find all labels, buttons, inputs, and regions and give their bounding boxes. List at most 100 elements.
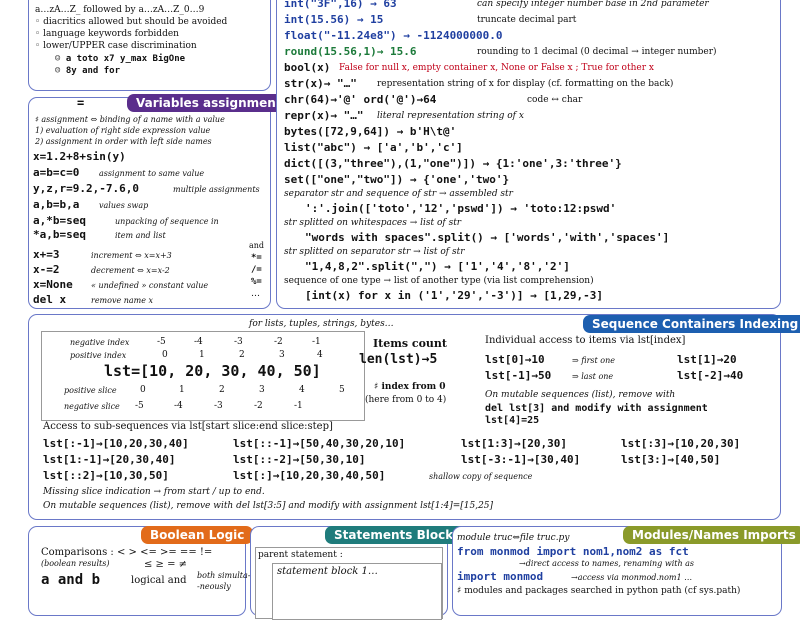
conversion-code: chr(64)→'@' ord('@')→64 <box>284 93 437 106</box>
identifiers-rule: ◦ diacritics allowed but should be avoid… <box>35 17 228 27</box>
assign-note: increment ⇔ x=x+3 <box>91 251 172 260</box>
assign-example: a,b=b,a <box>33 198 80 211</box>
slice-example: lst[3:]→[40,50] <box>621 453 721 466</box>
variables-intro: 1) evaluation of right side expression v… <box>35 126 211 135</box>
mutable-slice-note: On mutable sequences (list), remove with… <box>43 501 494 511</box>
neg-index: -4 <box>194 337 203 347</box>
side-op: … <box>251 289 260 299</box>
split-sep-code: "1,4,8,2".split(",") → ['1','4','8','2'] <box>305 260 570 273</box>
join-text: separator str and sequence of str → asse… <box>284 189 513 199</box>
assign-example: x+=3 <box>33 248 60 261</box>
identifiers-bad-example: ☹ 8y and for <box>55 66 121 76</box>
access-code: lst[1]→20 <box>677 353 737 366</box>
conversion-code: repr(x)→ "…" <box>284 109 364 122</box>
neg-index: -1 <box>312 337 321 347</box>
statements-panel: Statements Blocks parent statement : sta… <box>250 526 470 620</box>
identifiers-ok-example: ☺ a toto x7 y_max BigOne <box>55 54 186 64</box>
slice-example: lst[::2]→[10,30,50] <box>43 469 169 482</box>
conversion-code: set(["one","two"]) → {'one','two'} <box>284 173 510 186</box>
lst-definition: lst=[10, 20, 30, 40, 50] <box>104 362 321 380</box>
statement-block-label: statement block 1… <box>277 566 378 577</box>
mutable-note: On mutable sequences (list), remove with <box>485 390 676 400</box>
neg-slice: -1 <box>294 401 303 411</box>
pos-index: 3 <box>279 350 285 360</box>
statements-title: Statements Blocks <box>325 526 470 544</box>
pos-index: 0 <box>162 350 168 360</box>
index-range-note: (here from 0 to 4) <box>365 395 447 405</box>
neg-index: -3 <box>234 337 243 347</box>
from-import-note: →direct access to names, renaming with a… <box>519 559 695 568</box>
neg-index-label: negative index <box>70 338 130 347</box>
and-code: a and b <box>41 572 101 588</box>
conversions-panel: int("3F",16) → 63 can specify integer nu… <box>276 0 781 309</box>
neg-slice: -5 <box>135 401 144 411</box>
statement-block: statement block 1… <box>272 563 442 620</box>
conversion-code: int("3F",16) → 63 <box>284 0 397 10</box>
slice-example: lst[::-1]→[50,40,30,20,10] <box>233 437 406 450</box>
boolean-panel: Boolean Logic Comparisons : < > <= >= ==… <box>28 526 254 616</box>
conversion-code: str(x)→ "…" <box>284 77 357 90</box>
sequence-panel: Sequence Containers Indexing for lists, … <box>28 314 800 520</box>
index-from-note: ♯ index from 0 <box>374 382 446 392</box>
slice-example: lst[:3]→[10,20,30] <box>621 437 741 450</box>
pos-slice: 5 <box>339 385 345 395</box>
assign-example: x-=2 <box>33 263 60 276</box>
boolean-title: Boolean Logic <box>141 526 254 544</box>
len-code: len(lst)→5 <box>359 352 438 367</box>
identifiers-rule: ◦ language keywords forbidden <box>35 29 179 39</box>
neg-index: -2 <box>274 337 283 347</box>
pos-index: 4 <box>317 350 323 360</box>
side-op: and <box>249 241 265 250</box>
variables-intro: 2) assignment in order with left side na… <box>35 137 212 146</box>
individual-access-title: Individual access to items via lst[index… <box>485 335 686 346</box>
and-note-3: -neously <box>197 582 231 591</box>
import-note: →access via monmod.nom1 … <box>571 573 693 582</box>
assign-example: *a,b=seq <box>33 228 86 241</box>
neg-slice: -3 <box>214 401 223 411</box>
math-comparisons: ≤ ≥ = ≠ <box>144 559 188 570</box>
assign-note: values swap <box>99 201 149 210</box>
slice-example: lst[:-1]→[10,20,30,40] <box>43 437 189 450</box>
pos-slice-label: positive slice <box>64 386 117 395</box>
assign-note: remove name x <box>91 296 154 305</box>
variables-title: Variables assignment <box>127 94 291 112</box>
neg-slice: -2 <box>254 401 263 411</box>
slice-example: lst[1:3]→[20,30] <box>461 437 567 450</box>
slice-example: lst[-3:-1]→[30,40] <box>461 453 581 466</box>
module-path-note: ♯ modules and packages searched in pytho… <box>457 586 741 596</box>
assign-example: a=b=c=0 <box>33 166 80 179</box>
assign-note: item and list <box>115 231 166 240</box>
pos-index: 2 <box>239 350 245 360</box>
assign-example: a,*b=seq <box>33 214 86 227</box>
assign-example: del x <box>33 293 67 306</box>
identifiers-rule: a…zA…Z_ followed by a…zA…Z_0…9 <box>35 5 205 15</box>
assign-example: x=None <box>33 278 73 291</box>
side-op: *= <box>251 253 262 263</box>
and-note-2: both simulta- <box>197 571 251 580</box>
pos-index-label: positive index <box>70 351 127 360</box>
items-count-title: Items count <box>373 337 447 350</box>
missing-slice-note: Missing slice indication → from start / … <box>43 487 265 497</box>
access-code: lst[-2]→40 <box>677 369 744 382</box>
access-note: ⇒ first one <box>572 356 615 365</box>
side-op: %= <box>251 277 262 287</box>
conversion-note: literal representation string of x <box>377 111 524 121</box>
shallow-copy-note: shallow copy of sequence <box>429 472 533 481</box>
and-note: logical and <box>131 575 187 586</box>
split-sep-text: str splitted on separator str → list of … <box>284 247 465 257</box>
join-code: ':'.join(['toto','12','pswd']) → 'toto:1… <box>305 202 617 215</box>
conversion-code: bytes([72,9,64]) → b'H\t@' <box>284 125 457 138</box>
parent-statement: parent statement : <box>258 550 343 560</box>
assign-note: unpacking of sequence in <box>115 217 219 226</box>
neg-slice: -4 <box>174 401 183 411</box>
pos-slice: 3 <box>259 385 265 395</box>
variables-panel: Variables assignment = ♯ assignment ⇔ bi… <box>28 94 291 309</box>
assign-note: assignment to same value <box>99 169 205 178</box>
conversion-note: False for null x, empty container x, Non… <box>339 63 654 73</box>
conversion-note: code ↔ char <box>527 95 583 105</box>
sequence-subtitle: for lists, tuples, strings, bytes… <box>249 319 394 329</box>
conversion-note: representation string of x for display (… <box>377 79 674 89</box>
modules-panel: Modules/Names Imports module truc⇔file t… <box>452 526 800 616</box>
identifiers-rule: ◦ lower/UPPER case discrimination <box>35 41 197 51</box>
identifiers-panel: a…zA…Z_ followed by a…zA…Z_0…9 ◦ diacrit… <box>28 0 271 91</box>
